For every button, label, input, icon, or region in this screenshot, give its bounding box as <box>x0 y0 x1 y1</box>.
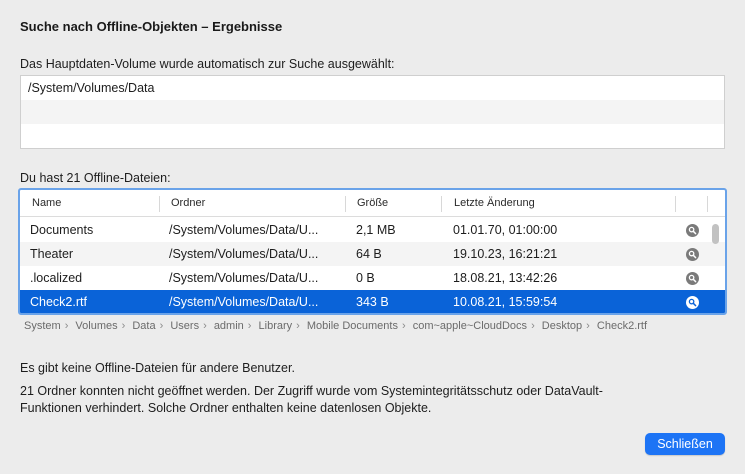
chevron-right-icon: › <box>586 320 590 332</box>
cell-name: Theater <box>30 247 74 261</box>
files-label: Du hast 21 Offline-Dateien: <box>20 171 171 185</box>
cell-name: Documents <box>30 223 94 237</box>
cell-modified: 19.10.23, 16:21:21 <box>453 247 558 261</box>
magnifier-reveal-icon[interactable] <box>686 224 699 237</box>
chevron-right-icon: › <box>247 320 252 332</box>
cell-size: 64 B <box>356 247 382 261</box>
chevron-right-icon: › <box>203 320 207 332</box>
magnifier-reveal-icon[interactable] <box>686 272 699 285</box>
path-segment[interactable]: Check2.rtf <box>597 320 647 332</box>
cell-folder: /System/Volumes/Data/U... <box>169 295 319 309</box>
path-segment[interactable]: Library <box>259 320 293 332</box>
column-divider[interactable] <box>707 196 708 212</box>
scrollbar-thumb[interactable] <box>712 224 719 244</box>
volume-row-empty <box>21 100 724 124</box>
offline-search-dialog: Suche nach Offline-Objekten – Ergebnisse… <box>0 0 745 474</box>
path-segment[interactable]: admin <box>214 320 244 332</box>
offline-files-table[interactable]: Name Ordner Größe Letzte Änderung Docume… <box>18 188 727 315</box>
table-row[interactable]: Theater /System/Volumes/Data/U... 64 B 1… <box>20 242 725 266</box>
magnifier-reveal-icon[interactable] <box>686 296 699 309</box>
column-divider[interactable] <box>441 196 442 212</box>
chevron-right-icon: › <box>64 320 69 332</box>
column-divider[interactable] <box>345 196 346 212</box>
chevron-right-icon: › <box>121 320 126 332</box>
path-segment[interactable]: Desktop <box>542 320 582 332</box>
path-segment[interactable]: Mobile Documents <box>307 320 398 332</box>
cell-name: .localized <box>30 271 83 285</box>
table-row[interactable]: Documents /System/Volumes/Data/U... 2,1 … <box>20 218 725 242</box>
cell-folder: /System/Volumes/Data/U... <box>169 247 319 261</box>
volume-row-empty <box>21 124 724 148</box>
dialog-title: Suche nach Offline-Objekten – Ergebnisse <box>20 19 283 34</box>
chevron-right-icon: › <box>531 320 535 332</box>
column-header-modified[interactable]: Letzte Änderung <box>454 190 535 217</box>
chevron-right-icon: › <box>296 320 300 332</box>
cell-folder: /System/Volumes/Data/U... <box>169 271 319 285</box>
column-header-size[interactable]: Größe <box>357 190 388 217</box>
cell-name: Check2.rtf <box>30 295 87 309</box>
chevron-right-icon: › <box>159 320 164 332</box>
cell-modified: 10.08.21, 15:59:54 <box>453 295 558 309</box>
path-bar: System › Volumes › Data › Users › admin › Lib… <box>24 320 647 332</box>
path-segment[interactable]: System <box>24 320 61 332</box>
column-divider[interactable] <box>675 196 676 212</box>
column-header-folder[interactable]: Ordner <box>171 190 205 217</box>
cell-size: 2,1 MB <box>356 223 396 237</box>
table-row-selected[interactable]: Check2.rtf /System/Volumes/Data/U... 343… <box>20 290 725 313</box>
folders-message-line1: 21 Ordner konnten nicht geöffnet werden.… <box>20 384 603 398</box>
table-row[interactable]: .localized /System/Volumes/Data/U... 0 B… <box>20 266 725 290</box>
path-segment[interactable]: Users <box>170 320 199 332</box>
path-segment[interactable]: Volumes <box>75 320 117 332</box>
cell-folder: /System/Volumes/Data/U... <box>169 223 319 237</box>
cell-size: 0 B <box>356 271 375 285</box>
cell-modified: 01.01.70, 01:00:00 <box>453 223 558 237</box>
folders-message-line2: Funktionen verhindert. Solche Ordner ent… <box>20 401 432 415</box>
path-segment[interactable]: Data <box>132 320 155 332</box>
magnifier-reveal-icon[interactable] <box>686 248 699 261</box>
table-body: Documents /System/Volumes/Data/U... 2,1 … <box>20 218 725 313</box>
cell-modified: 18.08.21, 13:42:26 <box>453 271 558 285</box>
chevron-right-icon: › <box>401 320 406 332</box>
vertical-scrollbar[interactable] <box>711 220 720 313</box>
table-header: Name Ordner Größe Letzte Änderung <box>20 190 725 217</box>
column-divider[interactable] <box>159 196 160 212</box>
volume-row[interactable]: /System/Volumes/Data <box>21 76 724 100</box>
path-segment[interactable]: com~apple~CloudDocs <box>413 320 527 332</box>
volume-label: Das Hauptdaten-Volume wurde automatisch … <box>20 57 395 71</box>
column-header-name[interactable]: Name <box>32 190 61 217</box>
cell-size: 343 B <box>356 295 389 309</box>
no-other-users-message: Es gibt keine Offline-Dateien für andere… <box>20 361 295 375</box>
close-button[interactable]: Schließen <box>645 433 725 455</box>
volume-list[interactable]: /System/Volumes/Data <box>20 75 725 149</box>
